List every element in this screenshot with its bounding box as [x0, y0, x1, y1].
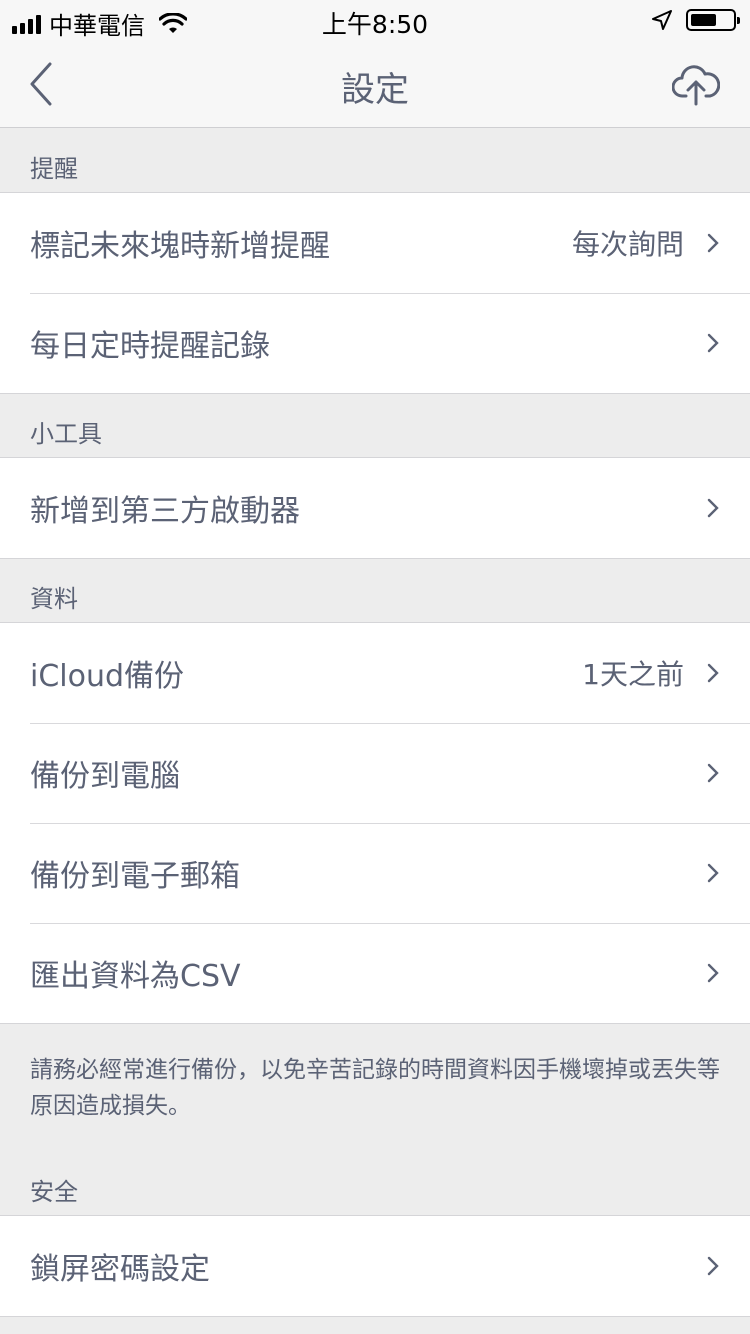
row-backup-email[interactable]: 備份到電子郵箱: [0, 823, 750, 923]
chevron-right-icon: [707, 333, 719, 353]
group-security: 鎖屏密碼設定: [0, 1216, 750, 1317]
backup-footer-note: 請務必經常進行備份，以免辛苦記錄的時間資料因手機壞掉或丟失等原因造成損失。: [30, 1057, 720, 1119]
row-label: 備份到電子郵箱: [30, 859, 240, 894]
chevron-right-icon: [707, 233, 719, 253]
row-icloud-backup[interactable]: iCloud備份 1天之前: [0, 623, 750, 723]
chevron-right-icon: [707, 498, 719, 518]
chevron-right-icon: [707, 763, 719, 783]
row-daily-reminder[interactable]: 每日定時提醒記錄: [0, 293, 750, 393]
row-label: 備份到電腦: [30, 759, 180, 794]
row-add-launcher[interactable]: 新增到第三方啟動器: [0, 458, 750, 558]
group-data: iCloud備份 1天之前 備份到電腦 備份到電子郵箱 匯出資料為CSV: [0, 623, 750, 1024]
row-value: 1天之前: [582, 658, 684, 691]
row-value: 每次詢問: [571, 228, 684, 261]
section-header-reminder: 提醒: [0, 129, 750, 193]
chevron-right-icon: [707, 1256, 719, 1276]
row-label: 新增到第三方啟動器: [30, 494, 300, 529]
location-arrow-icon: [652, 10, 672, 30]
row-export-csv[interactable]: 匯出資料為CSV: [0, 923, 750, 1023]
row-backup-computer[interactable]: 備份到電腦: [0, 723, 750, 823]
navigation-bar: 設定: [0, 40, 750, 128]
cloud-upload-icon[interactable]: [672, 62, 720, 106]
chevron-right-icon: [707, 663, 719, 683]
battery-icon: [686, 9, 740, 31]
settings-list: 提醒 標記未來塊時新增提醒 每次詢問 每日定時提醒記錄 小工具 新增到第三方啟動…: [0, 129, 750, 1317]
row-label: 標記未來塊時新增提醒: [30, 229, 330, 264]
section-header-data: 資料: [0, 559, 750, 623]
page-title: 設定: [341, 70, 409, 110]
group-widgets: 新增到第三方啟動器: [0, 458, 750, 559]
status-time: 上午8:50: [321, 10, 429, 39]
group-reminder: 標記未來塊時新增提醒 每次詢問 每日定時提醒記錄: [0, 193, 750, 394]
status-right: [652, 9, 740, 31]
row-label: 每日定時提醒記錄: [30, 329, 270, 364]
row-label: 鎖屏密碼設定: [30, 1252, 210, 1287]
chevron-right-icon: [707, 863, 719, 883]
row-future-block-reminder[interactable]: 標記未來塊時新增提醒 每次詢問: [0, 193, 750, 293]
chevron-right-icon: [707, 963, 719, 983]
row-label: iCloud備份: [30, 659, 185, 694]
section-header-widgets: 小工具: [0, 394, 750, 458]
section-header-security: 安全: [0, 1152, 750, 1216]
row-lock-passcode[interactable]: 鎖屏密碼設定: [0, 1216, 750, 1316]
row-label: 匯出資料為CSV: [30, 959, 241, 994]
status-bar: 中華電信 上午8:50: [0, 0, 750, 40]
